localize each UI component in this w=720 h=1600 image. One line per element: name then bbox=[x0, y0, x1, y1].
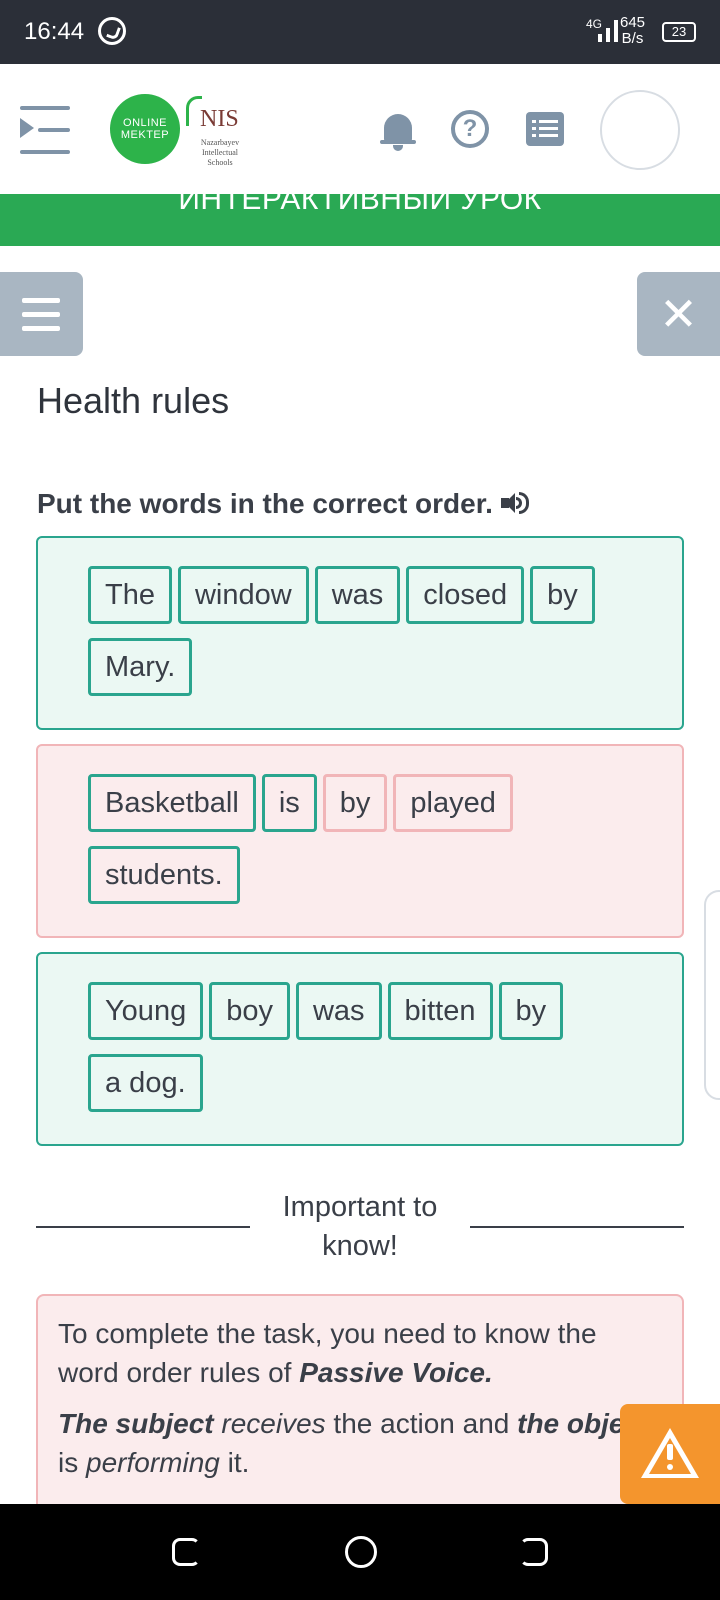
status-time: 16:44 bbox=[24, 18, 85, 45]
close-lesson-button[interactable]: ✕ bbox=[637, 272, 720, 356]
notifications-bell-icon[interactable] bbox=[380, 110, 416, 151]
audio-speaker-icon[interactable] bbox=[500, 491, 529, 515]
word-chip[interactable]: The bbox=[88, 566, 172, 624]
info-paragraph-1: To complete the task, you need to know t… bbox=[58, 1318, 597, 1388]
user-avatar[interactable] bbox=[600, 90, 680, 170]
word-chip[interactable]: a dog. bbox=[88, 1054, 203, 1112]
side-drawer-tab[interactable] bbox=[704, 890, 720, 1100]
network-speed-value: 645 bbox=[620, 14, 646, 31]
info-paragraph-2: The subject receives the action and the … bbox=[58, 1408, 650, 1478]
lesson-type-banner: ИНТЕРАКТИВНЫЙ УРОК bbox=[0, 194, 720, 246]
word-chip[interactable]: closed bbox=[406, 566, 525, 624]
word-chip[interactable]: Basketball bbox=[88, 774, 256, 832]
network-speed-unit: B/s bbox=[621, 30, 644, 47]
word-chip[interactable]: Mary. bbox=[88, 638, 193, 696]
word-chip[interactable]: by bbox=[498, 982, 564, 1040]
back-icon[interactable] bbox=[520, 1538, 548, 1566]
divider-left bbox=[36, 1226, 250, 1228]
menu-list-icon[interactable] bbox=[526, 112, 564, 146]
word-chip[interactable]: by bbox=[530, 566, 595, 624]
important-info-box: To complete the task, you need to know t… bbox=[36, 1294, 684, 1514]
sidebar-toggle-icon[interactable] bbox=[20, 106, 70, 154]
word-chip[interactable]: by bbox=[322, 774, 388, 832]
important-heading: Important to know! bbox=[282, 1191, 438, 1262]
nis-logo: NIS Nazarbayev Intellectual Schools bbox=[186, 94, 248, 167]
sentence-answer-box: Basketball is by played students. bbox=[36, 744, 684, 938]
signal-icon bbox=[598, 20, 618, 42]
status-bar: 16:44 4G 645 B/s 23 bbox=[0, 0, 720, 64]
word-chip[interactable]: Young bbox=[88, 982, 204, 1040]
task-instruction: Put the words in the correct order. bbox=[37, 488, 529, 520]
task-instruction-text: Put the words in the correct order. bbox=[37, 488, 493, 519]
divider-right bbox=[470, 1226, 684, 1228]
banner-text: ИНТЕРАКТИВНЫЙ УРОК bbox=[178, 194, 542, 216]
word-chip[interactable]: boy bbox=[209, 982, 290, 1040]
word-chip[interactable]: played bbox=[393, 774, 513, 832]
page-title: Health rules bbox=[37, 380, 230, 421]
word-chip[interactable]: was bbox=[314, 566, 401, 624]
word-chip[interactable]: bitten bbox=[387, 982, 493, 1040]
sentence-answer-box: The window was closed by Mary. bbox=[36, 536, 684, 730]
word-chip[interactable]: was bbox=[295, 982, 382, 1040]
battery-icon: 23 bbox=[662, 22, 696, 42]
lesson-menu-button[interactable] bbox=[0, 272, 83, 356]
recent-apps-icon[interactable] bbox=[172, 1538, 200, 1566]
home-icon[interactable] bbox=[345, 1536, 377, 1568]
nis-logo-subtitle: Nazarbayev Intellectual Schools bbox=[200, 138, 240, 167]
online-mektep-logo[interactable]: ONLINE MEKTEP bbox=[110, 94, 180, 164]
whatsapp-icon bbox=[98, 17, 126, 45]
nis-logo-text: NIS bbox=[200, 106, 239, 132]
system-nav-bar bbox=[0, 1504, 720, 1600]
word-chip[interactable]: students. bbox=[88, 846, 240, 904]
sentence-answer-box: Young boy was bitten by a dog. bbox=[36, 952, 684, 1146]
network-speed: 645 B/s bbox=[620, 15, 645, 47]
help-icon[interactable]: ? bbox=[451, 110, 489, 148]
word-chip[interactable]: is bbox=[261, 774, 317, 832]
word-chip[interactable]: window bbox=[177, 566, 309, 624]
report-warning-button[interactable] bbox=[620, 1404, 720, 1504]
